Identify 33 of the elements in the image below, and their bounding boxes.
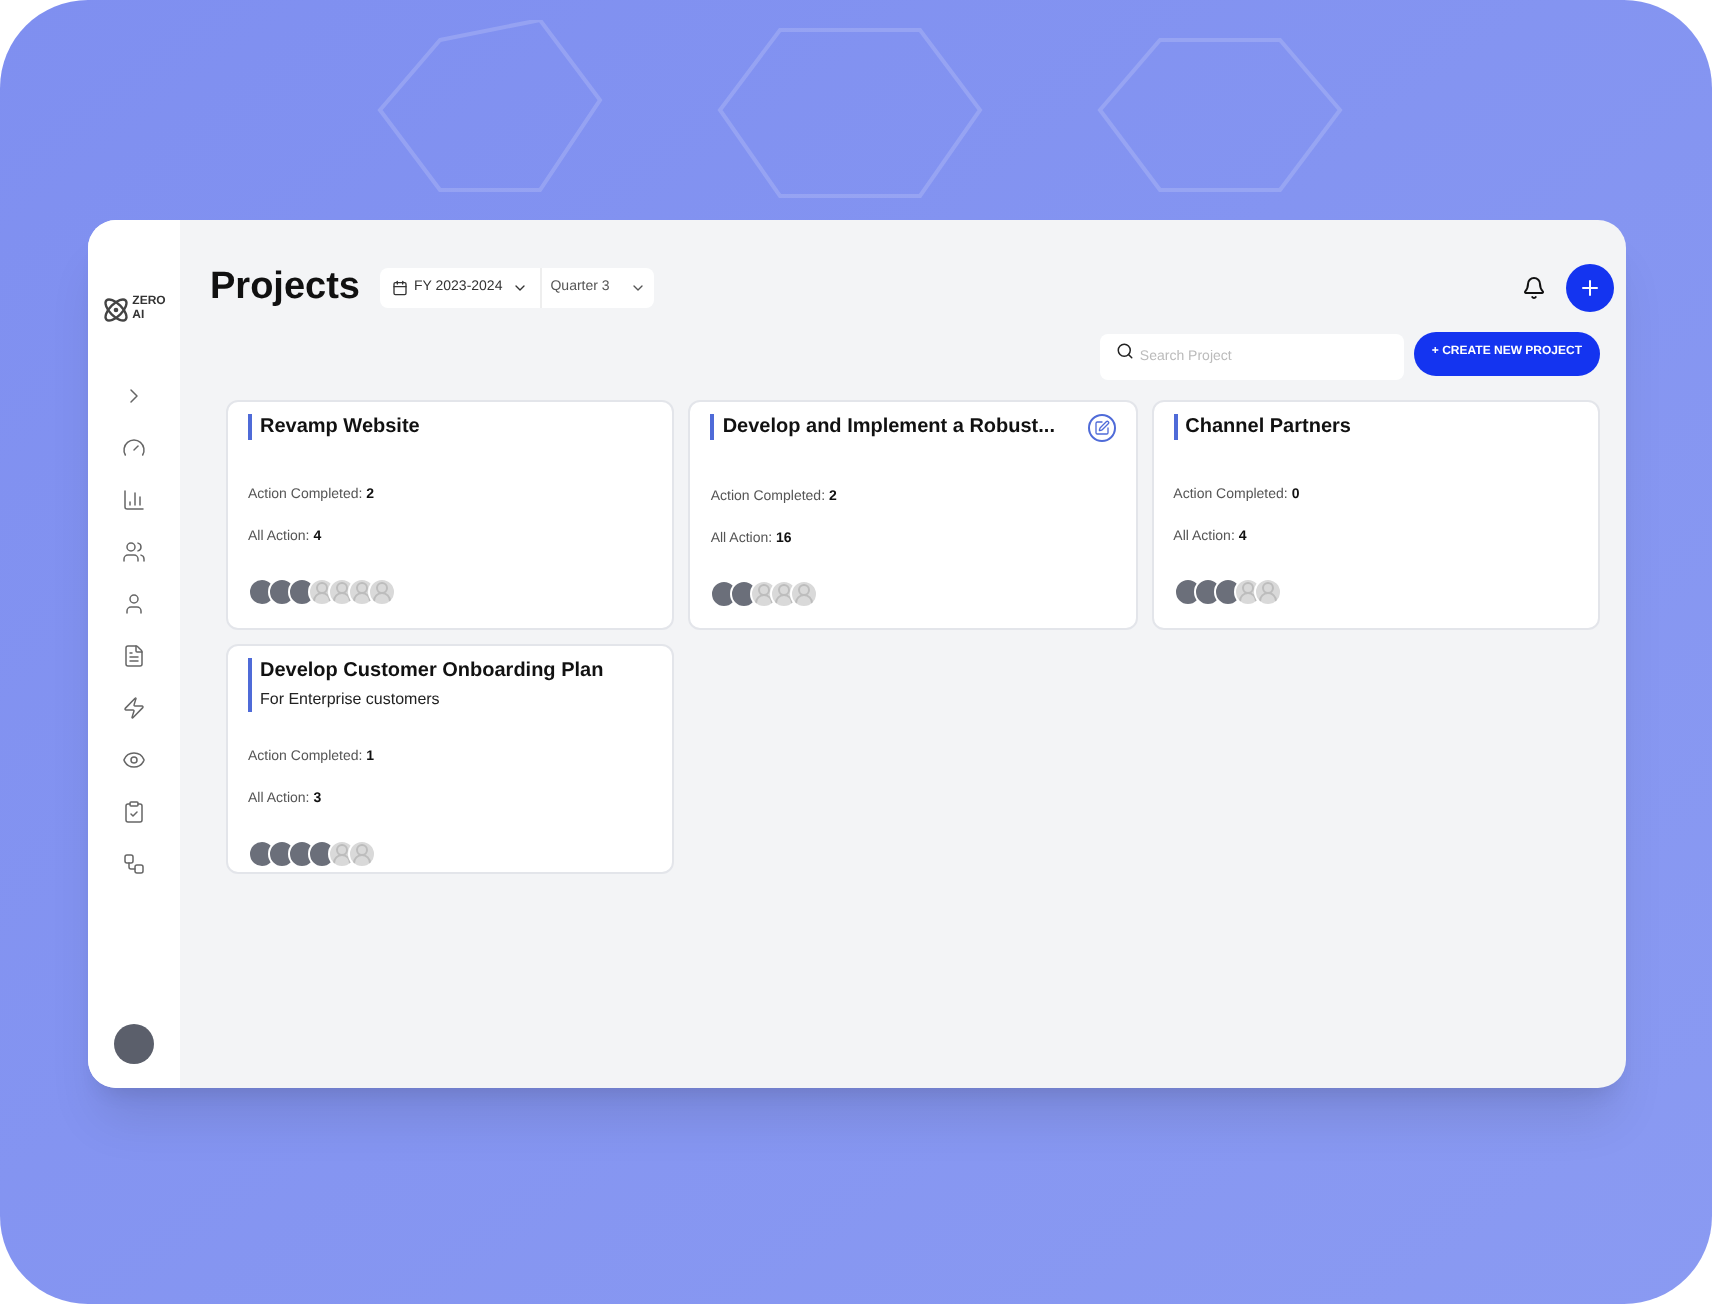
avatar-photo-placeholder — [1173, 577, 1202, 605]
project-subtitle: For Enterprise customers — [260, 687, 442, 711]
edit-button[interactable] — [1087, 413, 1116, 441]
calendar-icon — [391, 280, 408, 297]
avatar-placeholder — [348, 839, 376, 867]
plus-icon — [1578, 276, 1602, 301]
lightning-icon[interactable] — [122, 696, 146, 720]
atom-logo-icon — [102, 296, 131, 324]
user-avatar-photo-placeholder[interactable] — [114, 1024, 154, 1064]
search-icon — [1115, 341, 1134, 359]
page-title: Projects — [210, 264, 360, 312]
document-icon[interactable] — [122, 644, 146, 668]
add-button[interactable] — [1566, 264, 1614, 313]
notification-bell-icon[interactable] — [1522, 276, 1546, 301]
accent-bar — [248, 657, 252, 711]
project-title: Channel Partners — [1185, 413, 1351, 439]
workflow-icon[interactable] — [122, 852, 146, 876]
project-title: Develop Customer Onboarding Plan — [260, 657, 604, 683]
clipboard-icon[interactable] — [122, 800, 146, 824]
eye-icon[interactable] — [122, 748, 146, 772]
avatar-placeholder — [368, 577, 396, 605]
person-icon[interactable] — [122, 592, 146, 616]
pencil-icon — [1093, 419, 1110, 435]
project-title: Develop and Implement a Robust... — [722, 413, 1055, 439]
people-icon[interactable] — [122, 540, 146, 564]
accent-bar — [1173, 413, 1178, 439]
avatar-placeholder — [1253, 577, 1282, 605]
bar-chart-icon[interactable] — [122, 488, 146, 512]
gauge-icon[interactable] — [122, 436, 146, 460]
avatar-placeholder — [790, 579, 819, 607]
accent-bar — [710, 413, 715, 439]
project-title: Revamp Website — [260, 413, 420, 439]
accent-bar — [248, 413, 252, 439]
